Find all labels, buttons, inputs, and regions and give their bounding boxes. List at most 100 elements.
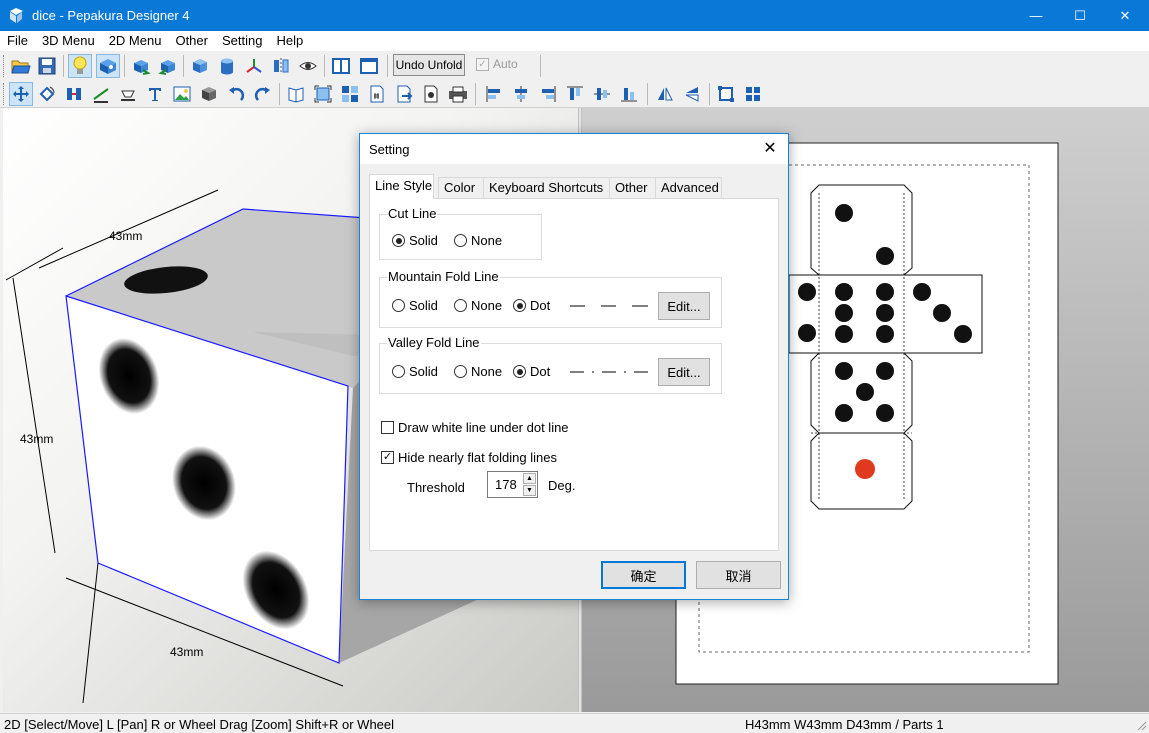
- single-view-icon: [360, 58, 378, 74]
- mountain-fold-group: Mountain Fold Line Solid None Dot Edit..…: [379, 269, 722, 328]
- menu-other[interactable]: Other: [168, 31, 215, 51]
- mountain-edit-button[interactable]: Edit...: [658, 292, 710, 320]
- valley-dot-radio[interactable]: Dot: [513, 364, 550, 379]
- align-left-button[interactable]: [482, 82, 506, 106]
- arrange-icon: [718, 86, 734, 102]
- menu-2d[interactable]: 2D Menu: [102, 31, 169, 51]
- setting-dialog: Setting ✕ Line Style Color Keyboard Shor…: [359, 133, 789, 600]
- align-center-h-button[interactable]: [509, 82, 533, 106]
- axis-button[interactable]: [242, 54, 266, 78]
- mountain-dot-label: Dot: [530, 298, 551, 313]
- menu-file[interactable]: File: [0, 31, 35, 51]
- cube-button[interactable]: [188, 54, 212, 78]
- tab-advanced[interactable]: Advanced: [655, 177, 722, 198]
- tab-keyboard-shortcuts[interactable]: Keyboard Shortcuts: [483, 177, 610, 198]
- rotate-part-button[interactable]: [35, 82, 59, 106]
- menu-3d[interactable]: 3D Menu: [35, 31, 102, 51]
- mountain-fold-label: Mountain Fold Line: [387, 269, 500, 284]
- cut-none-radio[interactable]: None: [454, 233, 502, 248]
- flip-v-button[interactable]: [680, 82, 704, 106]
- minimize-button[interactable]: —: [1013, 0, 1059, 31]
- spin-down-icon[interactable]: ▼: [523, 485, 536, 496]
- fold-line-button[interactable]: [89, 82, 113, 106]
- arrange-button[interactable]: [714, 82, 738, 106]
- rotate-left-button[interactable]: [129, 54, 153, 78]
- hide-flat-lines-checkbox[interactable]: ✓ Hide nearly flat folding lines: [381, 450, 557, 465]
- print-icon: [449, 86, 467, 103]
- split-view-button[interactable]: [329, 54, 353, 78]
- flip-button[interactable]: [269, 54, 293, 78]
- align-middle-icon: [594, 88, 610, 100]
- toolbar-grip-2[interactable]: [3, 83, 6, 105]
- valley-none-label: None: [471, 364, 503, 379]
- redo-button[interactable]: [251, 82, 275, 106]
- mountain-none-radio[interactable]: None: [454, 298, 502, 313]
- radio-icon: [392, 365, 405, 378]
- undo-icon: [229, 87, 245, 101]
- dialog-close-icon[interactable]: ✕: [760, 139, 780, 159]
- tab-other[interactable]: Other: [609, 177, 656, 198]
- eye-button[interactable]: [296, 54, 320, 78]
- light-button[interactable]: [68, 54, 92, 78]
- redo-icon: [254, 87, 270, 101]
- export-button[interactable]: [392, 82, 416, 106]
- align-right-button[interactable]: [536, 82, 560, 106]
- split-view-icon: [332, 58, 350, 74]
- image-icon: [173, 86, 191, 102]
- align-top-button[interactable]: [563, 82, 587, 106]
- undo-button[interactable]: [224, 82, 248, 106]
- join-icon: [67, 88, 81, 100]
- edit-toolbar: [0, 80, 1149, 108]
- select-move-button[interactable]: [9, 82, 33, 106]
- resize-grip-icon[interactable]: [1135, 719, 1147, 731]
- draw-white-line-checkbox[interactable]: Draw white line under dot line: [381, 420, 569, 435]
- cancel-button[interactable]: 取消: [696, 561, 781, 589]
- mountain-solid-label: Solid: [409, 298, 438, 313]
- open-button[interactable]: [9, 54, 33, 78]
- save-button[interactable]: [35, 54, 59, 78]
- image-button[interactable]: [170, 82, 194, 106]
- tab-line-style[interactable]: Line Style: [369, 174, 434, 199]
- close-button[interactable]: ✕: [1102, 0, 1148, 31]
- undo-unfold-button[interactable]: Undo Unfold: [393, 54, 465, 76]
- maximize-button[interactable]: ☐: [1057, 0, 1103, 31]
- page-number-button[interactable]: [365, 82, 389, 106]
- flip-h-icon: [658, 87, 673, 101]
- fit-button[interactable]: [311, 82, 335, 106]
- flip-h-button[interactable]: [653, 82, 677, 106]
- ok-button[interactable]: 确定: [601, 561, 686, 589]
- open-icon: [11, 60, 31, 74]
- box-button[interactable]: [197, 82, 221, 106]
- join-button[interactable]: [62, 82, 86, 106]
- text-icon: [149, 88, 161, 101]
- valley-dot-label: Dot: [530, 364, 551, 379]
- cut-solid-radio[interactable]: Solid: [392, 233, 438, 248]
- text-button[interactable]: [143, 82, 167, 106]
- tab-color[interactable]: Color: [438, 177, 484, 198]
- toolbar-grip[interactable]: [3, 55, 6, 77]
- print-preview-button[interactable]: [419, 82, 443, 106]
- cylinder-button[interactable]: [215, 54, 239, 78]
- menu-setting[interactable]: Setting: [215, 31, 269, 51]
- menu-help[interactable]: Help: [269, 31, 310, 51]
- book-button[interactable]: [284, 82, 308, 106]
- valley-edit-button[interactable]: Edit...: [658, 358, 710, 386]
- align-bottom-button[interactable]: [617, 82, 641, 106]
- valley-none-radio[interactable]: None: [454, 364, 502, 379]
- threshold-spinbox[interactable]: 178 ▲ ▼: [487, 471, 538, 498]
- align-middle-button[interactable]: [590, 82, 614, 106]
- mountain-none-label: None: [471, 298, 503, 313]
- distribute-icon: [746, 87, 760, 101]
- mountain-solid-radio[interactable]: Solid: [392, 298, 438, 313]
- dialog-title-bar[interactable]: Setting ✕: [360, 134, 788, 164]
- rotate-right-button[interactable]: [156, 54, 180, 78]
- valley-solid-radio[interactable]: Solid: [392, 364, 438, 379]
- single-view-button[interactable]: [357, 54, 381, 78]
- print-button[interactable]: [446, 82, 470, 106]
- distribute-button[interactable]: [741, 82, 765, 106]
- texture-button[interactable]: [96, 54, 120, 78]
- spin-up-icon[interactable]: ▲: [523, 473, 536, 484]
- flap-button[interactable]: [116, 82, 140, 106]
- mountain-dot-radio[interactable]: Dot: [513, 298, 550, 313]
- grid-button[interactable]: [338, 82, 362, 106]
